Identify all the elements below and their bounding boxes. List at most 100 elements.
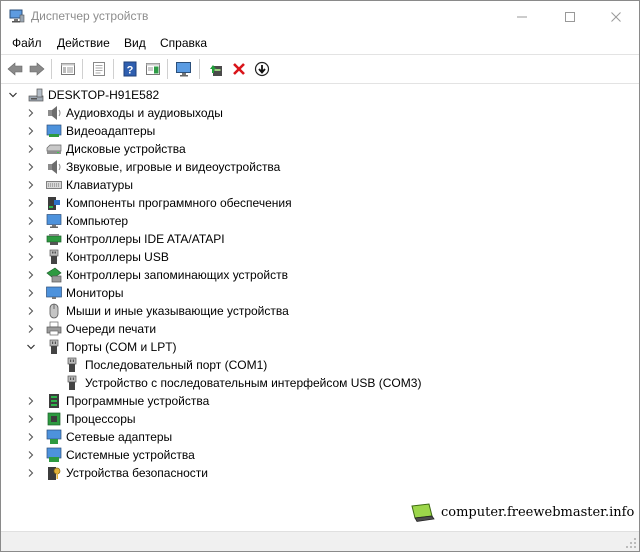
tree-item-ports[interactable]: Порты (COM и LPT) [1, 338, 639, 356]
network-adapter-icon [46, 429, 62, 444]
tree-item-mice[interactable]: Мыши и иные указывающие устройства [1, 302, 639, 320]
tree-item-label: Дисковые устройства [66, 142, 186, 156]
expand-chevron-icon[interactable] [26, 215, 36, 227]
minimize-icon [517, 16, 527, 17]
menu-action[interactable]: Действие [57, 36, 110, 50]
maximize-icon [565, 11, 575, 22]
tree-item-display-adapters[interactable]: Видеоадаптеры [1, 122, 639, 140]
collapse-chevron-icon[interactable] [26, 341, 36, 353]
uninstall-icon [233, 63, 245, 75]
toolbar-separator [199, 59, 200, 79]
expand-chevron-icon[interactable] [26, 233, 36, 245]
expand-chevron-icon[interactable] [26, 161, 36, 173]
tree-item-system-devices[interactable]: Системные устройства [1, 446, 639, 464]
tree-item-print-queues[interactable]: Очереди печати [1, 320, 639, 338]
watermark: computer.freewebmaster.info [407, 501, 635, 527]
close-icon [611, 11, 621, 22]
close-button[interactable] [593, 1, 639, 32]
tree-item-label: Клавиатуры [66, 178, 133, 192]
expand-chevron-icon[interactable] [26, 143, 36, 155]
tree-item-security-devices[interactable]: Устройства безопасности [1, 464, 639, 482]
sound-icon [48, 160, 61, 174]
tree-item-storage-controllers[interactable]: Контроллеры запоминающих устройств [1, 266, 639, 284]
tree-item-label: Мониторы [66, 286, 124, 300]
show-hide-console-tree-button[interactable] [57, 58, 79, 80]
expand-chevron-icon[interactable] [26, 197, 36, 209]
tree-item-ide-controllers[interactable]: Контроллеры IDE ATA/ATAPI [1, 230, 639, 248]
expand-chevron-icon[interactable] [26, 107, 36, 119]
tree-child-usb-serial-com3[interactable]: Устройство с последовательным интерфейсо… [1, 374, 639, 392]
device-manager-app-icon [9, 9, 25, 23]
tree-item-label: Контроллеры запоминающих устройств [66, 268, 288, 282]
tree-item-sound-video-game[interactable]: Звуковые, игровые и видеоустройства [1, 158, 639, 176]
expand-chevron-icon[interactable] [26, 287, 36, 299]
minimize-button[interactable] [499, 1, 545, 32]
tree-child-com1[interactable]: Последовательный порт (COM1) [1, 356, 639, 374]
device-tree: DESKTOP-H91E582 Аудиовходы и аудиовыходы… [1, 84, 639, 524]
menu-file[interactable]: Файл [12, 36, 42, 50]
expand-chevron-icon[interactable] [26, 323, 36, 335]
expand-chevron-icon[interactable] [26, 251, 36, 263]
monitor-icon [46, 286, 62, 299]
properties-button[interactable] [88, 58, 110, 80]
tree-root[interactable]: DESKTOP-H91E582 [1, 86, 639, 104]
properties-list-icon [61, 63, 75, 75]
title-bar: Диспетчер устройств [1, 1, 639, 32]
tree-item-label: Компьютер [66, 214, 129, 228]
tree-item-monitors[interactable]: Мониторы [1, 284, 639, 302]
help-button[interactable]: ? [119, 58, 141, 80]
storage-controller-icon [46, 267, 62, 283]
toolbar: ? [1, 55, 639, 83]
expand-chevron-icon[interactable] [26, 125, 36, 137]
expand-chevron-icon[interactable] [26, 467, 36, 479]
toolbar-separator [82, 59, 83, 79]
tree-item-label: Видеоадаптеры [66, 124, 156, 138]
expand-chevron-icon[interactable] [26, 269, 36, 281]
display-adapter-icon [46, 124, 62, 137]
uninstall-device-button[interactable] [228, 58, 250, 80]
root-label: DESKTOP-H91E582 [48, 88, 160, 102]
tree-item-audio-io[interactable]: Аудиовходы и аудиовыходы [1, 104, 639, 122]
tree-item-computer[interactable]: Компьютер [1, 212, 639, 230]
expand-chevron-icon[interactable] [26, 305, 36, 317]
watermark-text: computer.freewebmaster.info [441, 505, 635, 520]
expand-chevron-icon[interactable] [26, 179, 36, 191]
tree-item-usb-controllers[interactable]: Контроллеры USB [1, 248, 639, 266]
menu-view[interactable]: Вид [124, 36, 146, 50]
scan-hardware-button[interactable] [173, 58, 195, 80]
processor-icon [47, 412, 61, 426]
tree-child-label: Устройство с последовательным интерфейсо… [85, 376, 422, 390]
back-icon [7, 62, 23, 76]
software-device-icon [49, 394, 59, 408]
tree-item-processors[interactable]: Процессоры [1, 410, 639, 428]
maximize-button[interactable] [547, 1, 593, 32]
expand-chevron-icon[interactable] [26, 431, 36, 443]
tree-item-label: Порты (COM и LPT) [66, 340, 177, 354]
tree-item-keyboards[interactable]: Клавиатуры [1, 176, 639, 194]
resize-grip-icon[interactable] [625, 537, 637, 549]
tree-item-network-adapters[interactable]: Сетевые адаптеры [1, 428, 639, 446]
download-driver-button[interactable] [251, 58, 273, 80]
update-driver-button[interactable] [205, 58, 227, 80]
monitor-scan-icon [176, 62, 191, 77]
toolbar-separator [113, 59, 114, 79]
tree-item-software-components[interactable]: Компоненты программного обеспечения [1, 194, 639, 212]
system-device-icon [46, 447, 62, 462]
expand-chevron-icon[interactable] [26, 413, 36, 425]
download-driver-icon [254, 61, 270, 77]
port-icon [67, 375, 77, 390]
port-icon [67, 357, 77, 372]
tree-item-label: Мыши и иные указывающие устройства [66, 304, 289, 318]
tree-item-label: Контроллеры USB [66, 250, 169, 264]
menu-help[interactable]: Справка [160, 36, 207, 50]
tree-item-label: Системные устройства [66, 448, 195, 462]
computer-root-icon [28, 88, 44, 102]
expand-chevron-icon[interactable] [26, 395, 36, 407]
forward-button[interactable] [26, 58, 48, 80]
action-pane-button[interactable] [142, 58, 164, 80]
tree-item-software-devices[interactable]: Программные устройства [1, 392, 639, 410]
collapse-chevron-icon[interactable] [8, 89, 18, 101]
tree-item-disk-drives[interactable]: Дисковые устройства [1, 140, 639, 158]
expand-chevron-icon[interactable] [26, 449, 36, 461]
back-button[interactable] [4, 58, 26, 80]
